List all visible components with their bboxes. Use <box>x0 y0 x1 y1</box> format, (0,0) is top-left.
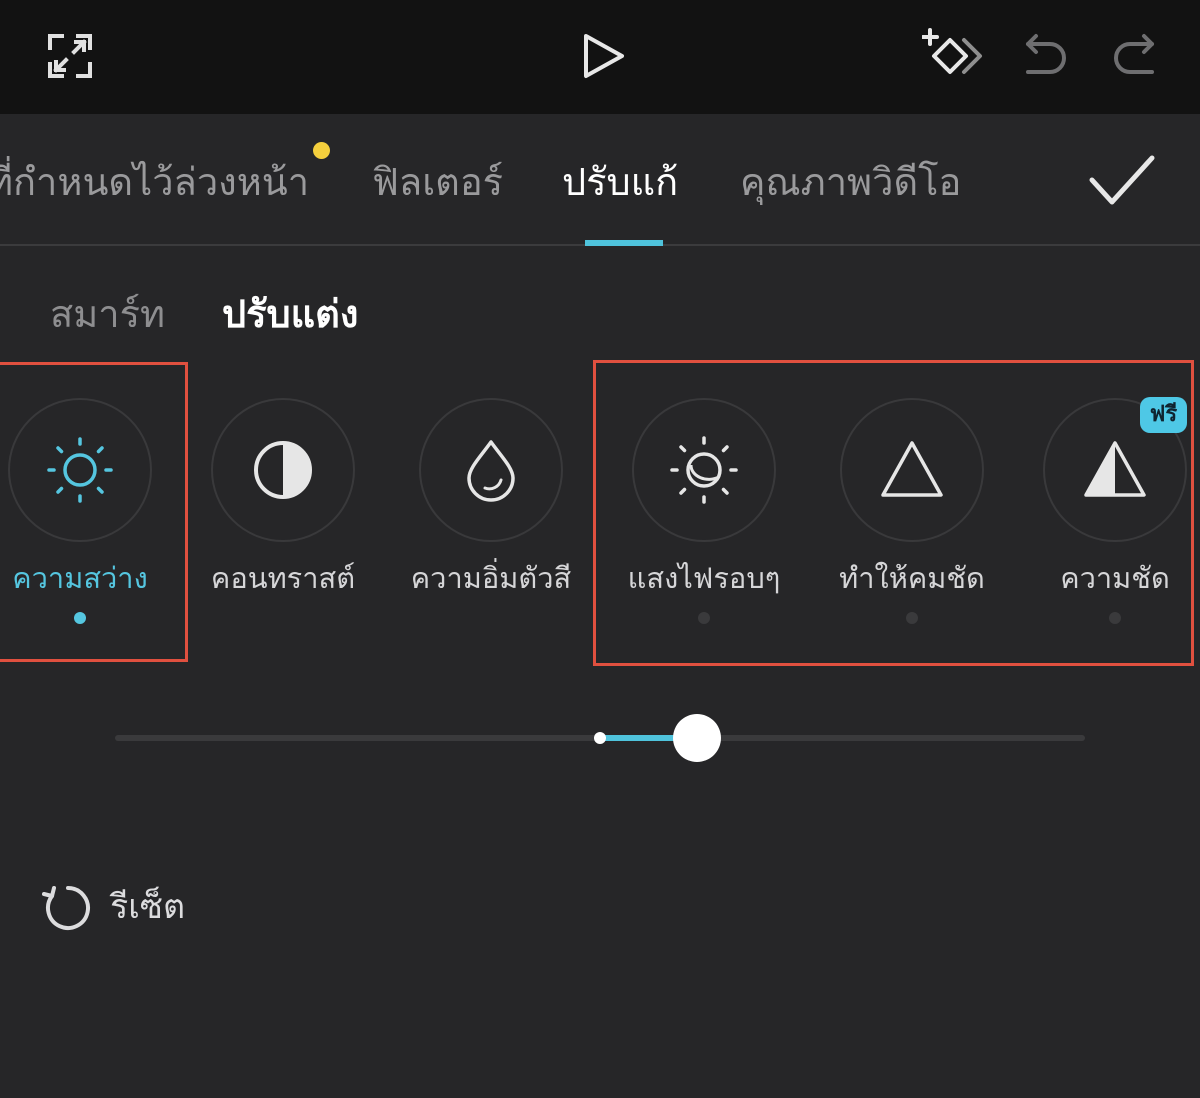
tab-adjust[interactable]: ปรับแก้ <box>562 156 678 208</box>
category-tabs: ที่กำหนดไว้ล่วงหน้า ฟิลเตอร์ ปรับแก้ คุณ… <box>0 114 1200 246</box>
subtab-smart[interactable]: สมาร์ท <box>50 288 165 340</box>
tool-contrast[interactable]: คอนทราสต์ <box>211 398 355 628</box>
tool-label: คอนทราสต์ <box>210 561 356 595</box>
undo-icon[interactable] <box>1018 28 1074 84</box>
redo-icon[interactable] <box>1106 28 1162 84</box>
top-toolbar <box>0 0 1200 114</box>
reset-button[interactable]: รีเซ็ต <box>110 884 185 930</box>
tab-video-quality[interactable]: คุณภาพวิดีโอ <box>740 156 961 208</box>
highlight-box-pro-tools <box>593 360 1194 666</box>
new-badge-dot <box>313 142 330 159</box>
check-icon[interactable] <box>1088 152 1156 210</box>
droplet-icon <box>467 440 515 502</box>
tool-saturation[interactable]: ความอิ่มตัวสี <box>411 398 571 628</box>
add-keyframe-icon[interactable] <box>922 28 986 84</box>
tool-saturation-button[interactable] <box>419 398 563 542</box>
tool-label: ความอิ่มตัวสี <box>410 561 572 595</box>
slider-knob[interactable] <box>673 714 721 762</box>
active-tab-indicator <box>585 240 663 246</box>
highlight-box-brightness <box>0 362 188 662</box>
tab-filters[interactable]: ฟิลเตอร์ <box>372 156 503 208</box>
reset-icon[interactable] <box>40 882 94 932</box>
contrast-icon <box>254 441 312 499</box>
slider-origin-dot <box>594 732 606 744</box>
subtab-customize[interactable]: ปรับแต่ง <box>222 288 358 340</box>
tab-presets[interactable]: ที่กำหนดไว้ล่วงหน้า <box>0 156 309 208</box>
tool-contrast-button[interactable] <box>211 398 355 542</box>
fullscreen-icon[interactable] <box>42 28 98 84</box>
play-icon[interactable] <box>574 28 630 84</box>
